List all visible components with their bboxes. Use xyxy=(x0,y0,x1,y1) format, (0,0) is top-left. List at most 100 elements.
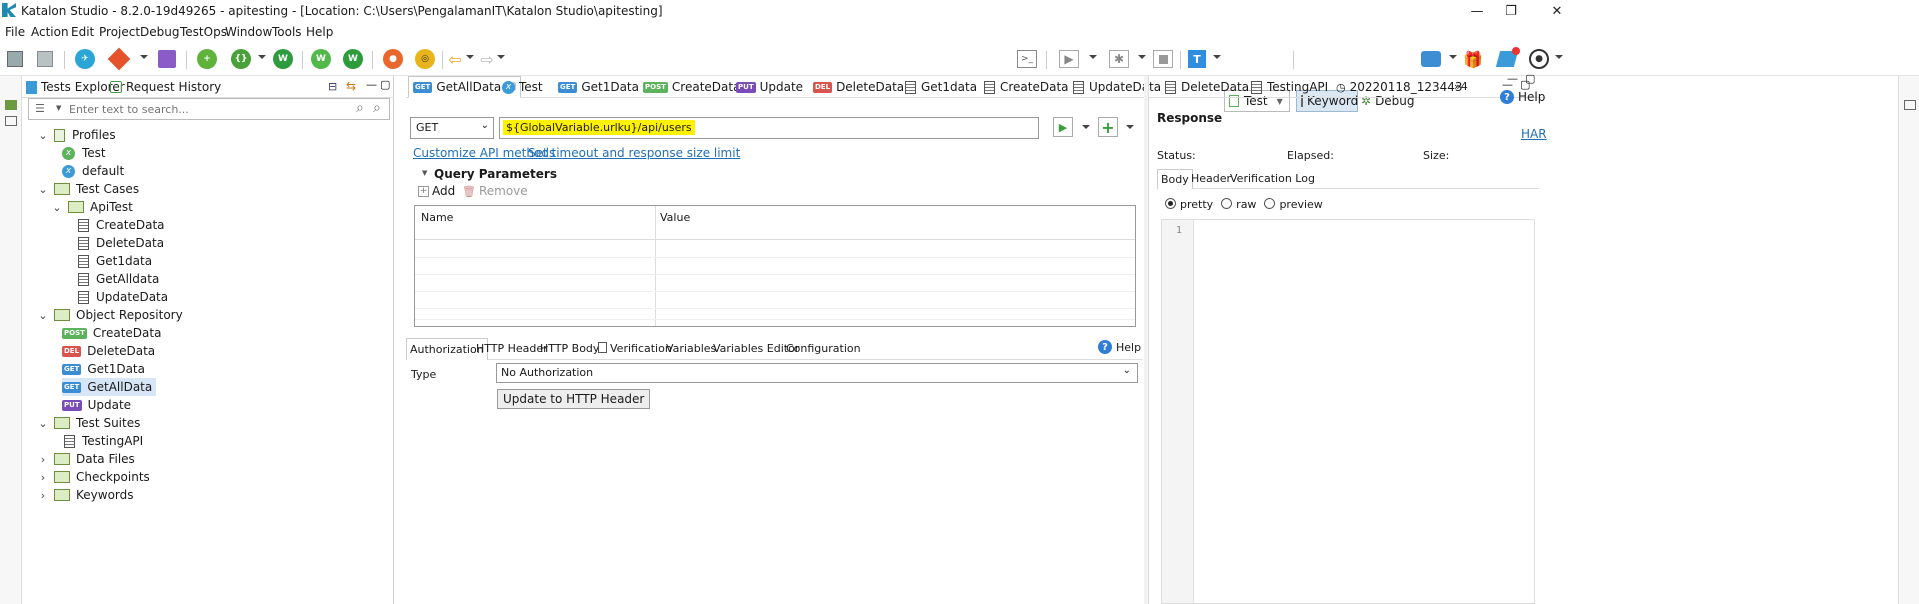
tab-verification-log[interactable]: Verification Log xyxy=(1230,172,1315,185)
collapse-chevron-icon[interactable]: ⌄ xyxy=(50,200,64,214)
expand-chevron-icon[interactable]: › xyxy=(36,452,50,466)
filter-dropdown-icon[interactable]: ▼ xyxy=(56,104,61,112)
url-input[interactable]: ${GlobalVariable.urlku}/api/users xyxy=(499,117,1039,139)
tree-node-test-suite[interactable]: TestingAPI xyxy=(64,432,143,450)
add-verification-button[interactable]: + xyxy=(1098,117,1118,137)
chat-icon[interactable] xyxy=(1420,49,1442,69)
close-button[interactable]: ✕ xyxy=(1534,0,1580,22)
tab-verification[interactable]: Verification xyxy=(598,342,672,355)
tree-node-profiles[interactable]: ⌄ Profiles xyxy=(36,126,115,144)
set-timeout-link[interactable]: Set timeout and response size limit xyxy=(528,146,740,160)
tab-http-header[interactable]: HTTP Header xyxy=(476,342,548,355)
tab-deletedata[interactable]: DEL DeleteData xyxy=(813,80,904,94)
collapse-chevron-icon[interactable]: ⌄ xyxy=(36,182,50,196)
tab-variables[interactable]: Variables xyxy=(666,342,716,355)
tree-node-test-case[interactable]: DeleteData xyxy=(78,234,164,252)
run-icon[interactable]: ▶ xyxy=(1058,49,1080,69)
search-icon[interactable]: ⌕ xyxy=(356,100,364,116)
account-icon[interactable]: ● xyxy=(1528,49,1550,69)
subtab-help[interactable]: ? Help xyxy=(1098,340,1141,354)
advanced-search-icon[interactable]: ⌕ xyxy=(373,100,381,116)
tab-request-history[interactable]: Request History xyxy=(110,80,221,94)
trim-explorer-icon[interactable] xyxy=(5,100,17,110)
menu-window[interactable]: Window xyxy=(225,25,272,39)
tree-node-object-repository[interactable]: ⌄ Object Repository xyxy=(36,306,182,324)
wsdl-icon[interactable]: W xyxy=(342,49,364,69)
tree-node-apitest[interactable]: ⌄ ApiTest xyxy=(50,198,132,216)
explorer-search-input[interactable] xyxy=(69,100,351,118)
tree-node-checkpoints[interactable]: › Checkpoints xyxy=(36,468,150,486)
tab-update[interactable]: PUT Update xyxy=(736,80,803,94)
testops-icon[interactable]: T xyxy=(1186,49,1208,69)
trim-outline-icon[interactable] xyxy=(1904,100,1916,110)
filter-icon[interactable]: ☰ xyxy=(35,102,45,115)
link-editor-icon[interactable]: ⇆ xyxy=(346,79,356,93)
menu-action[interactable]: Action xyxy=(31,25,69,39)
gift-icon[interactable]: 🎁 xyxy=(1462,49,1484,69)
response-body-editor[interactable]: 1 xyxy=(1161,219,1535,604)
tab-body[interactable]: Body xyxy=(1157,169,1193,189)
tree-node-request-selected[interactable]: GET GetAllData xyxy=(62,378,157,396)
tree-node-test-case[interactable]: Get1data xyxy=(78,252,152,270)
format-raw-radio[interactable]: raw xyxy=(1221,198,1256,211)
back-icon[interactable]: ⇦ xyxy=(444,49,466,69)
har-link[interactable]: HAR xyxy=(1521,127,1547,141)
tree-node-test-cases[interactable]: ⌄ Test Cases xyxy=(36,180,139,198)
collapse-chevron-icon[interactable]: ⌄ xyxy=(36,128,50,142)
tab-http-body[interactable]: HTTP Body xyxy=(540,342,599,355)
notification-icon[interactable] xyxy=(1495,47,1520,69)
tree-node-test-case[interactable]: CreateData xyxy=(78,216,165,234)
minimize-panel-icon[interactable]: — xyxy=(366,78,377,91)
tree-node-test-suites[interactable]: ⌄ Test Suites xyxy=(36,414,140,432)
debug-run-icon[interactable]: ✱ xyxy=(1108,49,1130,69)
tab-createdata[interactable]: POST CreateData xyxy=(643,80,740,94)
maximize-response-icon[interactable]: ▢ xyxy=(1525,72,1535,85)
menu-help[interactable]: Help xyxy=(306,25,333,39)
maximize-panel-icon[interactable]: ▢ xyxy=(380,78,390,91)
send-request-button[interactable]: ▶ xyxy=(1053,117,1073,137)
collapse-chevron-icon[interactable]: ⌄ xyxy=(36,308,50,322)
remove-param-button[interactable]: 🗑 Remove xyxy=(462,184,528,198)
tab-test[interactable]: x Test xyxy=(502,80,543,94)
collapse-section-icon[interactable]: ▼ xyxy=(422,169,427,177)
stop-icon[interactable] xyxy=(1152,49,1174,69)
trim-table-icon[interactable] xyxy=(5,116,17,126)
menu-tools[interactable]: Tools xyxy=(272,25,302,39)
tree-node-request[interactable]: POST CreateData xyxy=(62,324,161,342)
tree-node-test-case[interactable]: UpdateData xyxy=(78,288,168,306)
menu-edit[interactable]: Edit xyxy=(71,25,94,39)
tree-node-request[interactable]: GET Get1Data xyxy=(62,360,145,378)
tree-node-request[interactable]: PUT Update xyxy=(62,396,131,414)
tree-node-profile-test[interactable]: x Test xyxy=(62,144,106,162)
minimize-response-icon[interactable]: — xyxy=(1507,72,1518,85)
new-web-service-icon[interactable]: + xyxy=(196,49,218,69)
menu-file[interactable]: File xyxy=(5,25,25,39)
format-pretty-radio[interactable]: pretty xyxy=(1165,198,1213,211)
tab-header[interactable]: Header xyxy=(1191,172,1231,185)
format-preview-radio[interactable]: preview xyxy=(1264,198,1323,211)
wadl-import-icon[interactable]: W xyxy=(272,49,294,69)
tab-createdata-case[interactable]: CreateData xyxy=(984,80,1069,94)
forward-icon[interactable]: ⇨ xyxy=(476,49,498,69)
wsdl-import-icon[interactable]: W xyxy=(310,49,332,69)
tab-get1data[interactable]: GET Get1Data xyxy=(558,80,639,94)
tree-node-profile-default[interactable]: x default xyxy=(62,162,124,180)
add-param-button[interactable]: + Add xyxy=(418,184,455,198)
new-api-icon[interactable]: {} xyxy=(230,49,252,69)
git-icon[interactable] xyxy=(107,47,131,71)
expand-chevron-icon[interactable]: › xyxy=(36,488,50,502)
katalon-recorder-icon[interactable]: ✈ xyxy=(74,49,96,69)
collapse-chevron-icon[interactable]: ⌄ xyxy=(36,416,50,430)
save-all-icon[interactable] xyxy=(34,49,56,69)
maximize-button[interactable]: ❐ xyxy=(1488,0,1534,22)
tree-node-request[interactable]: DEL DeleteData xyxy=(62,342,155,360)
spy-web-icon[interactable] xyxy=(156,49,178,69)
update-to-http-header-button[interactable]: Update to HTTP Header xyxy=(497,389,651,409)
collapse-all-icon[interactable]: ⊟ xyxy=(328,80,337,93)
menu-debug[interactable]: Debug xyxy=(140,25,179,39)
tree-node-test-case[interactable]: GetAlldata xyxy=(78,270,159,288)
tab-configuration[interactable]: Configuration xyxy=(786,342,861,355)
save-icon[interactable] xyxy=(4,49,26,69)
menu-project[interactable]: Project xyxy=(99,25,140,39)
tree-node-keywords[interactable]: › Keywords xyxy=(36,486,134,504)
